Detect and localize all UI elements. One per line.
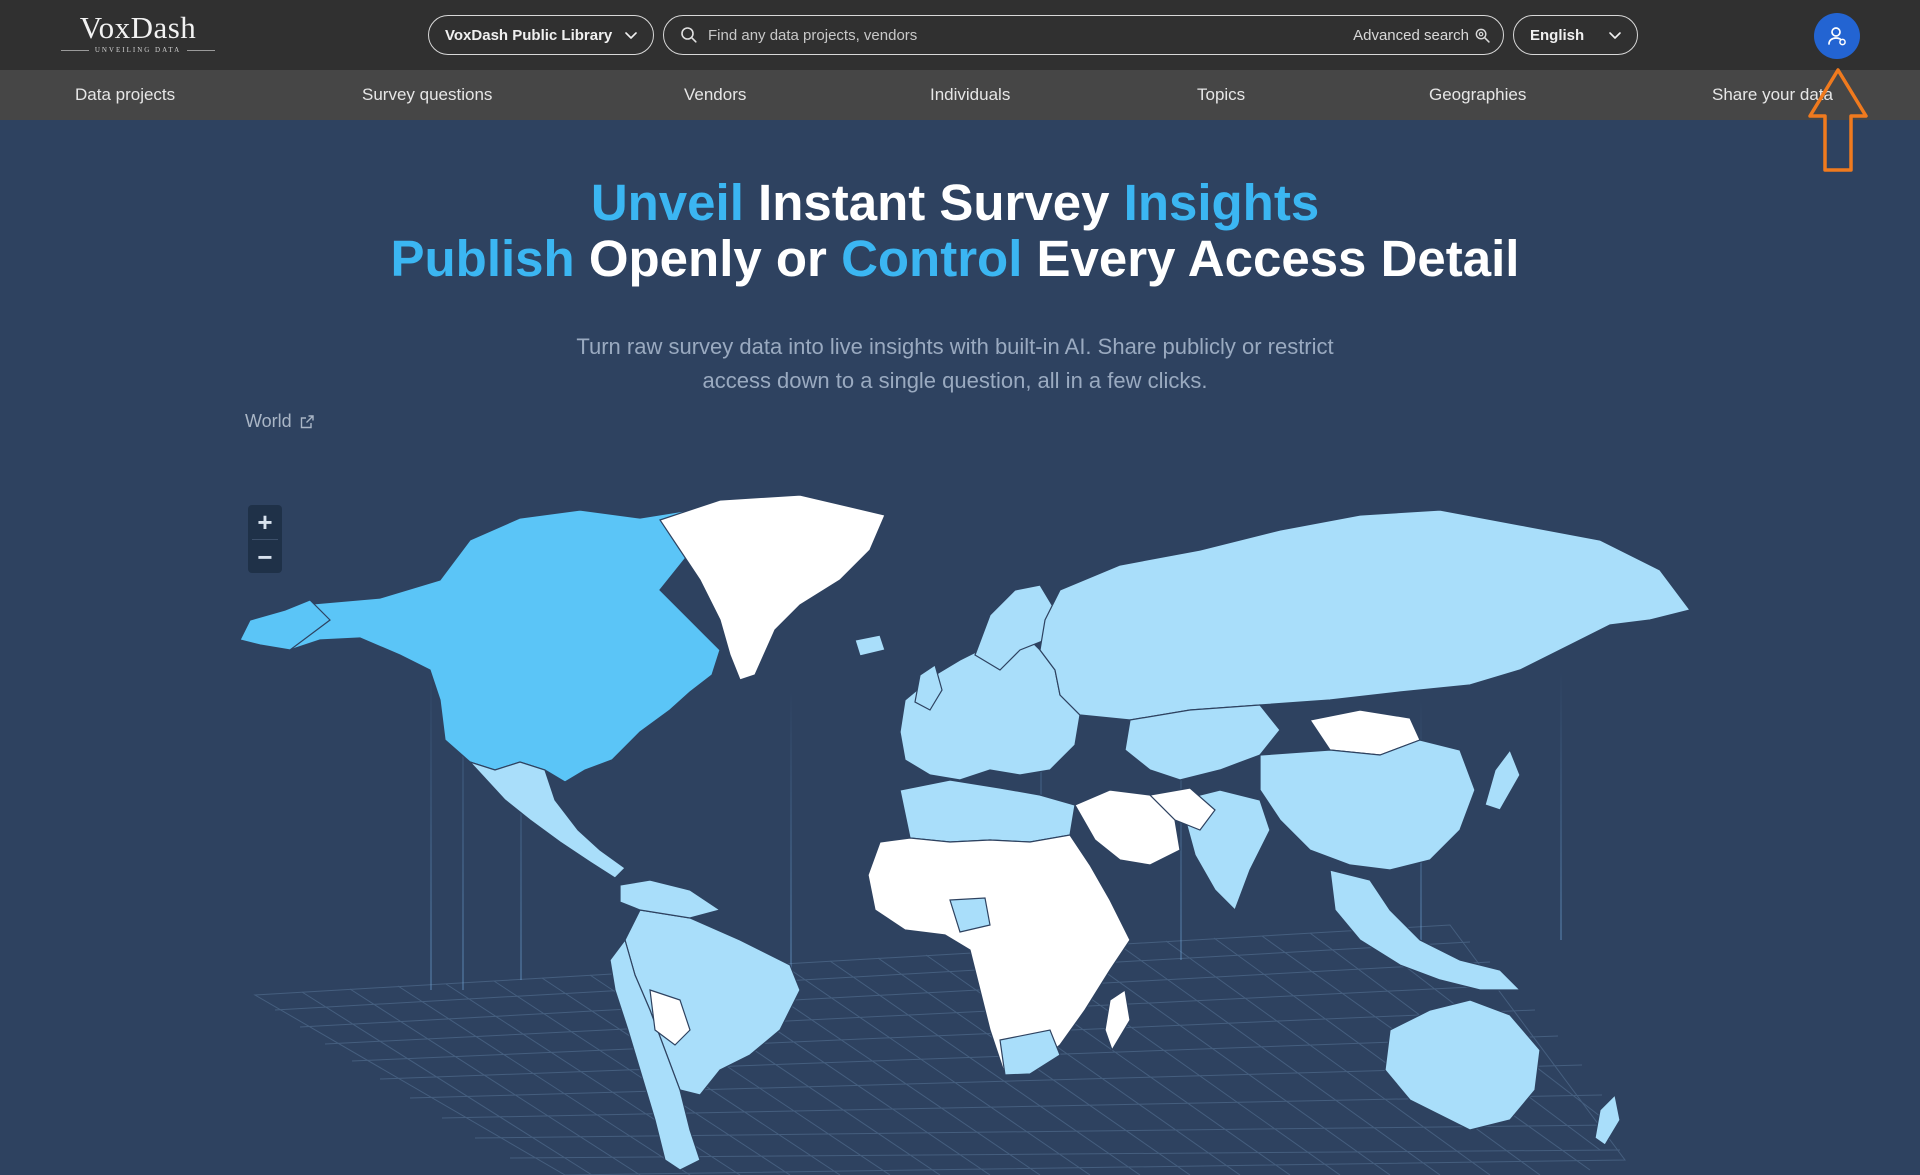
annotation-arrow-up [1808,68,1868,172]
user-icon [1828,27,1846,46]
country-iceland[interactable] [854,634,886,657]
hero-headline-line-2: Publish Openly or Control Every Access D… [0,231,1910,287]
zoom-out-button[interactable]: − [248,540,282,574]
hero-headline: Unveil Instant Survey Insights Publish O… [0,175,1910,287]
library-select-value: VoxDash Public Library [445,26,613,44]
main-nav: Data projects Survey questions Vendors I… [0,70,1920,120]
headline-word-control: Control [841,230,1023,287]
country-japan[interactable] [1484,748,1521,811]
country-mexico[interactable] [468,760,626,879]
user-account-button[interactable] [1814,13,1860,59]
language-select-value: English [1530,26,1585,44]
chevron-down-icon [1609,32,1621,39]
external-link-icon [300,414,314,428]
chevron-down-icon [625,32,637,39]
world-link[interactable]: World [245,411,315,432]
hero-headline-line-1: Unveil Instant Survey Insights [0,175,1910,231]
country-southeast-asia[interactable] [1329,869,1522,991]
nav-item-geographies[interactable]: Geographies [1429,70,1526,120]
logo-tagline-row: UNVEILING DATA [60,46,216,54]
headline-word-unveil: Unveil [590,174,744,231]
nav-item-vendors[interactable]: Vendors [684,70,746,120]
headline-text: Every Access Detail [1022,230,1520,287]
country-north-america[interactable] [258,509,721,783]
country-north-africa-light[interactable] [899,779,1076,843]
country-madagascar[interactable] [1104,988,1131,1052]
library-select[interactable]: VoxDash Public Library [428,15,654,55]
country-northern-sa[interactable] [619,879,722,919]
advanced-search-label: Advanced search [1353,26,1469,44]
search-input[interactable]: Find any data projects, vendors [708,27,1353,44]
map-countries[interactable] [239,494,1692,1171]
logo[interactable]: VoxDash UNVEILING DATA [60,11,216,54]
country-new-zealand[interactable] [1594,1093,1621,1146]
country-alaska[interactable] [239,599,331,651]
logo-name: VoxDash [79,10,197,45]
nav-item-data-projects[interactable]: Data projects [75,70,175,120]
advanced-search-button[interactable]: Advanced search [1353,27,1491,44]
search-bar[interactable]: Find any data projects, vendors Advanced… [663,15,1504,55]
headline-word-publish: Publish [390,230,575,287]
nav-item-individuals[interactable]: Individuals [930,70,1010,120]
hero-subtitle: Turn raw survey data into live insights … [576,334,1334,393]
top-bar: VoxDash UNVEILING DATA VoxDash Public Li… [0,0,1920,70]
world-map[interactable] [0,470,1920,1175]
advanced-search-icon [1475,28,1490,43]
headline-word-insights: Insights [1123,174,1320,231]
world-link-label: World [245,411,292,431]
map-zoom-controls: + − [248,505,282,573]
logo-tagline: UNVEILING DATA [94,46,182,54]
country-china[interactable] [1259,739,1476,871]
country-russia[interactable] [1039,509,1692,721]
nav-item-survey-questions[interactable]: Survey questions [362,70,492,120]
zoom-in-button[interactable]: + [248,505,282,539]
country-australia[interactable] [1384,999,1541,1131]
nav-item-topics[interactable]: Topics [1197,70,1245,120]
headline-text: Instant Survey [743,174,1124,231]
search-icon [681,27,697,43]
language-select[interactable]: English [1513,15,1638,55]
headline-text: Openly or [574,230,842,287]
country-africa[interactable] [867,834,1131,1076]
